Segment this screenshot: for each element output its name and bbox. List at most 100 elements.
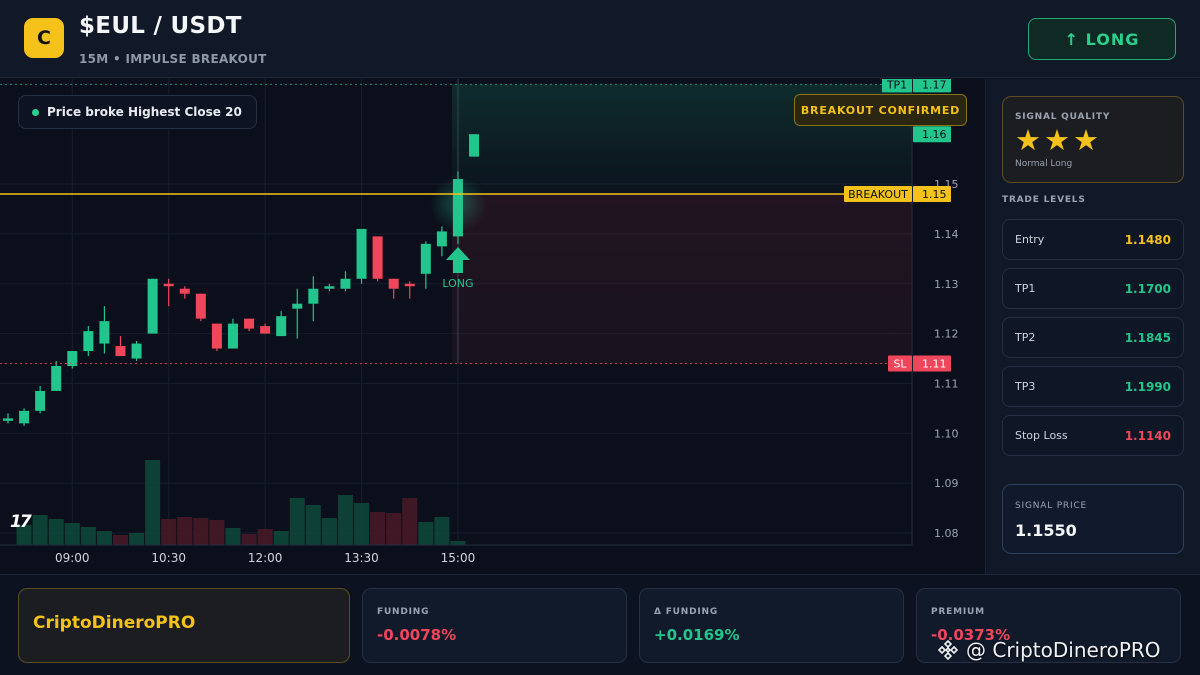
tp1-price-tag-text: 1.17: [922, 79, 947, 91]
candle-body: [19, 410, 30, 424]
volume-bar: [386, 513, 402, 545]
long-button[interactable]: ↑ LONG: [1028, 18, 1176, 60]
time-tick-label: 12:00: [248, 551, 283, 565]
brand-name: CriptoDineroPRO: [33, 613, 196, 633]
trade-level-name: Entry: [1015, 233, 1045, 246]
trade-level-tp3: TP3 1.1990: [1002, 366, 1184, 407]
signal-quality-card: SIGNAL QUALITY ★★★ Normal Long: [1002, 96, 1184, 183]
breakout-price-tag-text: 1.15: [922, 188, 947, 201]
trade-level-value: 1.1845: [1124, 331, 1171, 345]
volume-bar: [80, 527, 96, 545]
price-chart[interactable]: LONG 1.15 1.14 1.13 1.12 1.11 1.10 1.09 1.08 09:…: [0, 79, 986, 574]
sl-label-tag: SL: [888, 355, 912, 372]
price-tick-label: 1.09: [934, 477, 959, 490]
volume-bar: [354, 503, 370, 545]
long-signal-label: LONG: [442, 277, 473, 290]
volume-bar: [32, 515, 48, 545]
volume-bar: [193, 518, 209, 545]
volume-bar: [112, 535, 128, 545]
binance-icon: [937, 639, 959, 661]
candle-body: [147, 278, 158, 334]
candle-body: [469, 134, 480, 157]
trade-level-name: TP1: [1015, 282, 1036, 295]
status-dot: [32, 109, 39, 116]
metric-value: -0.0078%: [377, 626, 457, 644]
candle-body: [420, 243, 431, 274]
watermark: @ CriptoDineroPRO: [936, 637, 1161, 663]
candle-body: [131, 343, 142, 359]
candle-body: [372, 236, 383, 279]
candle-body: [436, 231, 447, 247]
trade-level-name: TP2: [1015, 331, 1036, 344]
volume-bar: [48, 519, 64, 545]
metric-value: +0.0169%: [654, 626, 740, 644]
sl-label-tag-text: SL: [893, 358, 907, 371]
candlestick-chart-svg[interactable]: LONG 1.15 1.14 1.13 1.12 1.11 1.10 1.09 1.08 09:…: [0, 79, 986, 574]
stop-loss-zone: [451, 194, 912, 364]
time-tick-label: 15:00: [441, 551, 476, 565]
trade-level-value: 1.1700: [1124, 282, 1171, 296]
price-tick-label: 1.08: [934, 527, 959, 540]
candle-body: [276, 316, 287, 337]
volume-bar: [321, 518, 337, 545]
candle-body: [3, 418, 13, 421]
breakout-confirmed-badge: BREAKOUT CONFIRMED: [794, 94, 967, 126]
trade-level-tp2: TP2 1.1845: [1002, 317, 1184, 358]
time-tick-label: 13:30: [344, 551, 379, 565]
candle-body: [244, 318, 255, 329]
signal-price-label: SIGNAL PRICE: [1015, 501, 1088, 511]
candle-body: [356, 228, 367, 279]
candle-body: [163, 283, 174, 287]
breakout-label-tag: BREAKOUT: [844, 186, 912, 203]
price-tick-label: 1.11: [934, 377, 959, 390]
volume-bar: [273, 531, 289, 545]
volume-bar: [145, 460, 161, 545]
header: C $EUL / USDT 15M • IMPULSE BREAKOUT ↑ L…: [0, 0, 1200, 78]
candle-body: [324, 286, 335, 289]
volume-bar: [96, 531, 112, 545]
trade-level-entry: Entry 1.1480: [1002, 219, 1184, 260]
candle-body: [35, 390, 46, 411]
volume-bar: [305, 505, 321, 545]
metric-label: PREMIUM: [931, 607, 985, 617]
signal-quality-sub: Normal Long: [1015, 159, 1073, 169]
candle-body: [195, 293, 206, 319]
price-tick-label: 1.13: [934, 278, 959, 291]
trade-level-stop-loss: Stop Loss 1.1140: [1002, 415, 1184, 456]
signal-quality-label: SIGNAL QUALITY: [1015, 112, 1111, 122]
trade-level-tp1: TP1 1.1700: [1002, 268, 1184, 309]
tp1-label-tag-text: TP1: [886, 79, 907, 91]
coin-logo: C: [24, 18, 64, 58]
volume-bar: [177, 517, 193, 545]
trade-levels-title: TRADE LEVELS: [1002, 195, 1086, 205]
candle-body: [99, 321, 110, 344]
metric-label: FUNDING: [377, 607, 430, 617]
candle-body: [308, 288, 319, 304]
last-price-tag-text: 1.16: [922, 128, 947, 141]
pair-subtitle: 15M • IMPULSE BREAKOUT: [79, 52, 267, 66]
tp1-label-tag: TP1: [882, 79, 912, 93]
candle-body: [452, 179, 463, 237]
candle-body: [83, 331, 94, 352]
trade-level-value: 1.1140: [1124, 429, 1171, 443]
candle-body: [211, 323, 222, 349]
metric-funding: Δ FUNDING +0.0169%: [639, 588, 904, 663]
candle-body: [292, 303, 303, 309]
last-price-tag: 1.16: [913, 126, 951, 143]
volume-bar: [161, 519, 177, 545]
candle-body: [340, 278, 351, 289]
candle-body: [115, 346, 126, 357]
candle-body: [179, 288, 190, 294]
volume-bar: [257, 529, 273, 545]
note-text: Price broke Highest Close 20: [47, 105, 242, 119]
volume-bar: [402, 498, 418, 545]
volume-bar: [418, 522, 434, 545]
volume-bar: [434, 517, 450, 545]
volume-bar: [289, 498, 305, 545]
brand-card: CriptoDineroPRO: [18, 588, 350, 663]
trade-level-value: 1.1480: [1124, 233, 1171, 247]
candle-body: [388, 278, 399, 289]
sl-price-tag: 1.11: [913, 355, 951, 372]
trade-level-name: TP3: [1015, 380, 1036, 393]
candle-body: [260, 326, 271, 334]
